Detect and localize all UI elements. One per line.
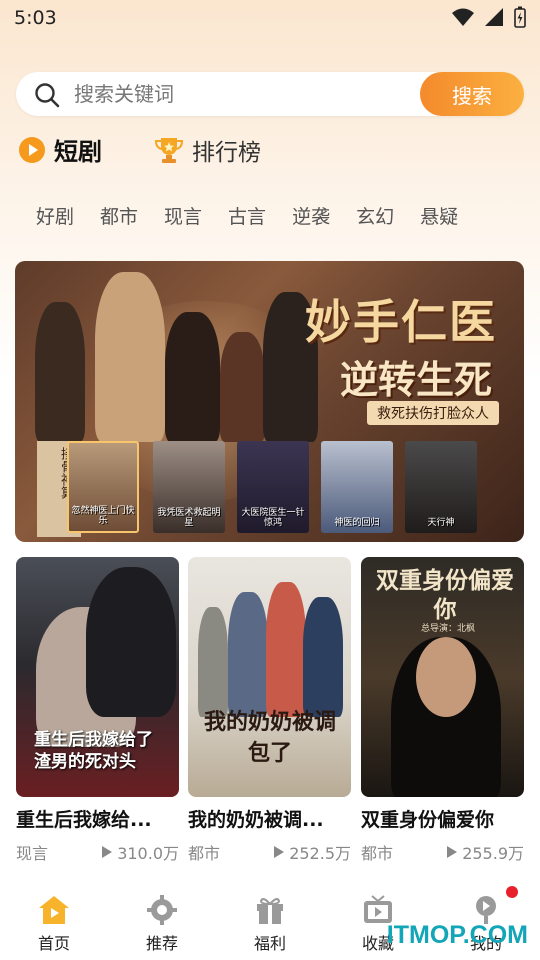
card-title: 双重身份偏爱你 [361,809,495,831]
thumb-text: 大医院医生一针惊鸿 [241,508,305,529]
tab-label: 短剧 [54,138,102,166]
status-icons [452,6,526,28]
notification-dot [506,886,518,898]
banner-figure [35,302,85,442]
search-button[interactable]: 搜索 [420,72,524,116]
category-item[interactable]: 古言 [228,202,266,229]
status-bar: 5:03 [0,0,540,38]
tab-short-drama[interactable]: 短剧 [18,132,102,167]
wifi-icon [452,8,474,26]
nav-label: 福利 [253,934,286,953]
gear-icon [147,895,177,925]
banner-tagline: 救死扶伤打脸众人 [367,401,499,425]
drama-poster: 重生后我嫁给了渣男的死对头 [16,557,179,797]
play-count: 252.5万 [289,844,351,863]
banner-figure [95,272,165,442]
banner-title-line1: 妙手仁医 [305,295,497,349]
card-plays: 310.0万 [101,840,179,864]
thumb-text: 天行神 [427,518,455,529]
drama-card[interactable]: 我的奶奶被调包了 我的奶奶被调... 都市 252.5万 [188,557,351,864]
category-row: 好剧 都市 现言 古言 逆袭 玄幻 悬疑 [36,202,458,229]
nav-welfare[interactable]: 福利 [216,880,324,960]
card-plays: 252.5万 [273,840,351,864]
poster-title: 重生后我嫁给了渣男的死对头 [34,730,153,773]
drama-card[interactable]: 重生后我嫁给了渣男的死对头 重生后我嫁给... 现言 310.0万 [16,557,179,864]
poster-title: 我的奶奶被调包了 [203,709,336,766]
banner-thumb[interactable]: 我凭医术救起明星 [153,441,225,533]
category-item[interactable]: 逆袭 [292,202,330,229]
trophy-icon [154,137,184,163]
nav-label: 推荐 [145,934,178,953]
nav-home[interactable]: 首页 [0,880,108,960]
banner-figure [220,332,265,442]
play-count: 310.0万 [117,844,179,863]
card-genre: 现言 [16,844,49,863]
poster-figure [86,567,176,717]
card-meta: 现言 310.0万 [16,840,179,864]
category-item[interactable]: 好剧 [36,202,74,229]
tab-label: 排行榜 [192,139,261,166]
top-tabs: 短剧 排行榜 [18,132,313,167]
poster-subtitle: 总导演：北枫 [421,624,476,634]
poster-figure [266,582,306,717]
home-icon [39,896,69,924]
signal-icon [485,8,503,26]
gift-icon [257,898,283,924]
poster-figure [416,637,476,717]
poster-title: 双重身份偏爱你 [376,567,514,623]
tab-ranking[interactable]: 排行榜 [154,133,261,167]
poster-figure [198,607,228,717]
battery-icon [514,6,526,28]
nav-label: 首页 [37,934,70,953]
search-bar: 搜索 [16,72,524,116]
drama-card[interactable]: 双重身份偏爱你 总导演：北枫 双重身份偏爱你 都市 255.9万 [361,557,524,864]
card-meta: 都市 255.9万 [361,840,524,864]
card-meta: 都市 252.5万 [188,840,351,864]
search-input[interactable] [74,80,404,108]
banner-title-line2: 逆转生死 [340,357,493,402]
search-icon [35,83,60,108]
drama-poster: 双重身份偏爱你 总导演：北枫 [361,557,524,797]
play-count: 255.9万 [462,844,524,863]
play-icon [102,846,113,858]
thumb-text: 我凭医术救起明星 [157,508,221,529]
thumb-text: 神医的回归 [334,518,380,529]
banner-figure [165,312,220,442]
card-plays: 255.9万 [446,840,524,864]
banner[interactable]: 妙手仁医 逆转生死 救死扶伤打脸众人 接骨神算 忽然神医上门快乐 我凭医术救起明… [15,261,524,542]
status-time: 5:03 [14,7,57,29]
category-item[interactable]: 都市 [100,202,138,229]
bottom-nav: 首页 推荐 福利 收藏 我的 ITMOP.COM [0,880,540,960]
poster-figure [228,592,268,717]
card-title: 重生后我嫁给... [16,809,152,831]
category-item[interactable]: 玄幻 [356,202,394,229]
category-item[interactable]: 现言 [164,202,202,229]
banner-thumb[interactable]: 大医院医生一针惊鸿 [237,441,309,533]
nav-recommend[interactable]: 推荐 [108,880,216,960]
poster-figure [303,597,343,717]
watermark: ITMOP.COM [386,921,528,949]
banner-thumb[interactable]: 天行神 [405,441,477,533]
play-circle-icon [19,136,45,163]
card-genre: 都市 [361,844,394,863]
card-genre: 都市 [188,844,221,863]
banner-thumb[interactable]: 神医的回归 [321,441,393,533]
banner-thumb[interactable]: 忽然神医上门快乐 [67,441,139,533]
play-icon [447,846,458,858]
category-item[interactable]: 悬疑 [420,202,458,229]
play-icon [274,846,285,858]
drama-poster: 我的奶奶被调包了 [188,557,351,797]
thumb-text: 忽然神医上门快乐 [71,506,135,527]
card-title: 我的奶奶被调... [188,809,324,831]
